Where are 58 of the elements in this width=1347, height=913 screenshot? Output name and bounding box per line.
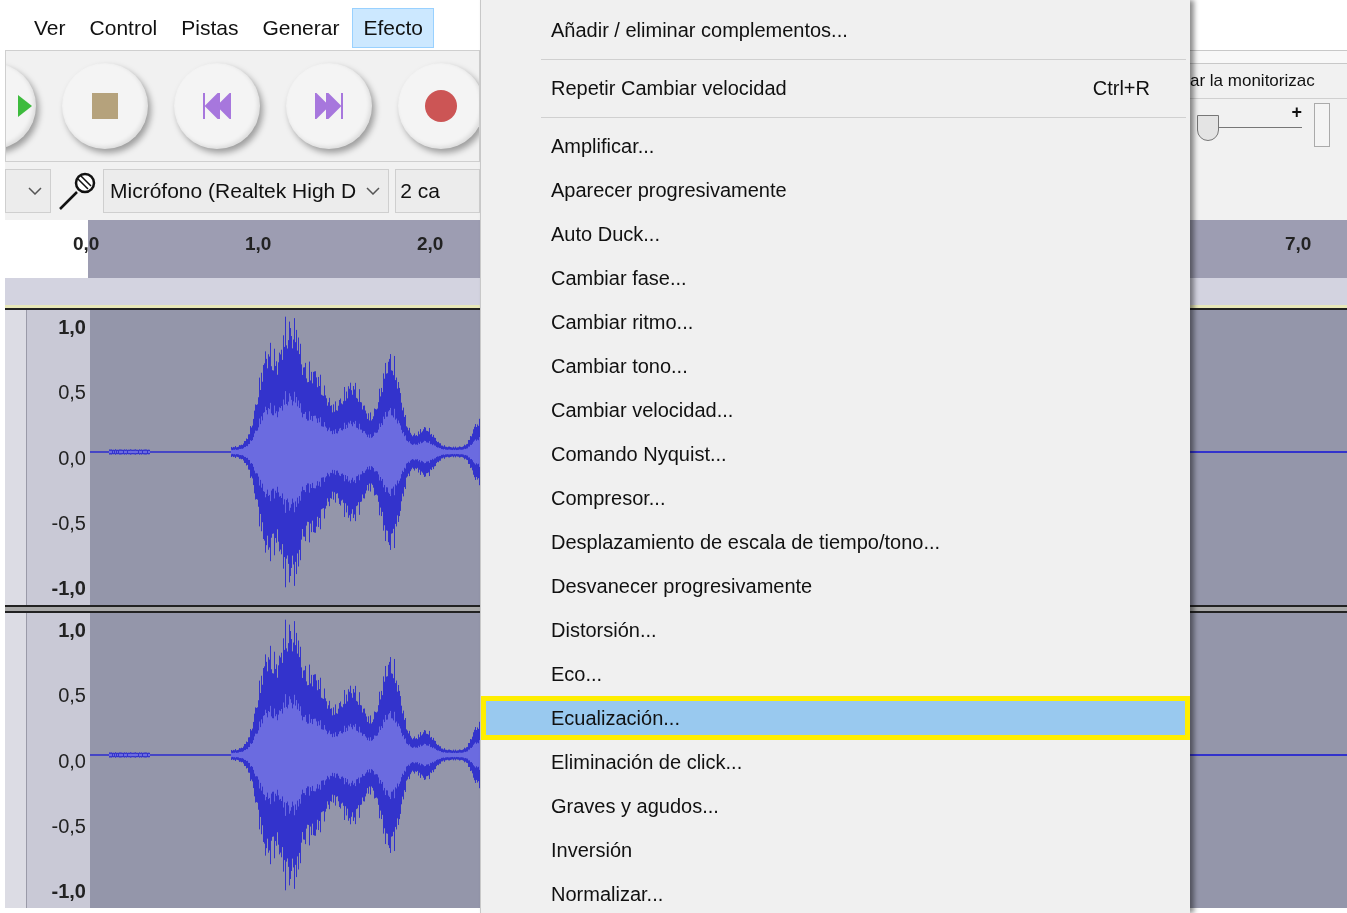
scale-label: 0,5 [58,683,86,709]
scale-label: -1,0 [51,879,86,904]
ruler-label: 0,0 [73,232,100,256]
menu-item[interactable]: Amplificar... [481,124,1190,168]
skip-forward-icon [315,93,343,119]
stop-button[interactable] [62,63,148,149]
menu-item[interactable]: Eco... [481,652,1190,696]
stop-icon [92,93,118,119]
record-icon [424,89,458,123]
menu-bar-item[interactable]: Control [78,8,169,48]
menu-bar-item[interactable]: Generar [251,8,351,48]
gain-slider[interactable]: + [1192,103,1306,147]
menu-item[interactable]: Distorsión... [481,608,1190,652]
scale-label: -1,0 [51,576,86,601]
menu-item[interactable]: Cambiar fase... [481,256,1190,300]
menu-bar-item[interactable]: Efecto [352,8,434,48]
menu-bar-item[interactable]: Ver [23,8,77,48]
menu-item[interactable]: Cambiar velocidad... [481,388,1190,432]
shortcut-label: Ctrl+R [1092,76,1150,101]
scale-label: 0,0 [58,748,86,774]
menu-item[interactable]: Cambiar tono... [481,344,1190,388]
channels-dropdown[interactable]: 2 ca [395,169,480,213]
menu-item[interactable]: Inversión [481,828,1190,872]
ruler-label: 2,0 [417,232,444,256]
scale-label: -0,5 [51,510,86,536]
scale-label: 1,0 [58,618,86,643]
menu-item[interactable]: Compresor... [481,476,1190,520]
timeline-ruler[interactable]: 7,0 [1190,220,1347,278]
menu-item[interactable]: Eliminación de click... [481,740,1190,784]
slider-thumb[interactable] [1197,115,1219,141]
menu-item[interactable]: Comando Nyquist... [481,432,1190,476]
menu-item[interactable]: Desplazamiento de escala de tiempo/tono... [481,520,1190,564]
microphone-icon [57,171,97,211]
menu-item[interactable]: Añadir / eliminar complementos... [481,8,1190,52]
ruler-label: 7,0 [1285,232,1312,256]
scale-label: 0,5 [58,380,86,406]
scale-label: 1,0 [58,315,86,340]
toolbar-grip [1314,103,1330,147]
menu-item[interactable]: Cambiar ritmo... [481,300,1190,344]
ruler-label: 1,0 [245,232,272,256]
menu-item[interactable]: Graves y agudos... [481,784,1190,828]
skip-forward-button[interactable] [286,63,372,149]
input-device-dropdown[interactable]: Micrófono (Realtek High D [103,169,390,213]
menu-item[interactable]: Normalizar... [481,872,1190,913]
menu-item[interactable]: Ecualización... [481,696,1190,740]
monitor-label: ar la monitorizac [1190,70,1315,93]
menu-item[interactable]: Auto Duck... [481,212,1190,256]
skip-back-icon [203,93,231,119]
menu-item[interactable]: Repetir Cambiar velocidad Ctrl+R [481,66,1190,110]
chevron-down-icon [28,187,42,195]
play-icon [18,95,32,117]
scale-label: -0,5 [51,813,86,839]
menu-bar-item[interactable]: Pistas [170,8,250,48]
chevron-down-icon [366,187,381,195]
menu-item[interactable]: Aparecer progresivamente [481,168,1190,212]
menu-item[interactable]: Desvanecer progresivamente [481,564,1190,608]
scale-label: 0,0 [58,445,86,471]
plus-label: + [1291,101,1302,124]
